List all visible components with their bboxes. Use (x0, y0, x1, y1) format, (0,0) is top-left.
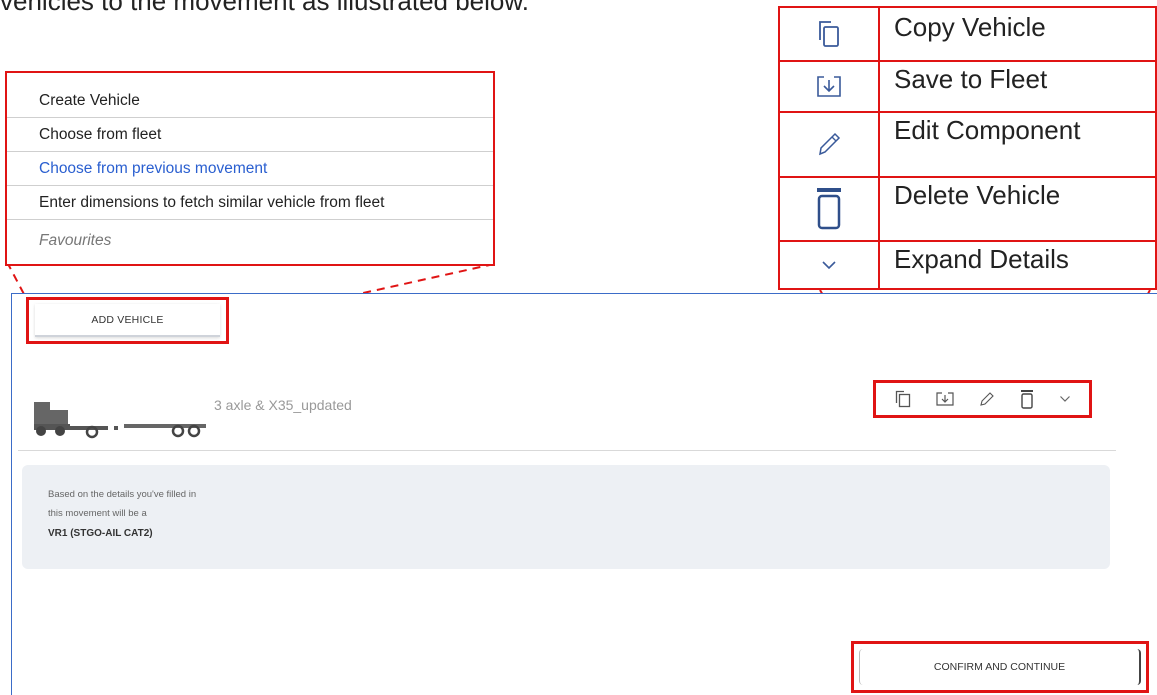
icon-legend-table: Copy Vehicle Save to Fleet Edit Componen… (778, 6, 1157, 290)
classification-value: VR1 (STGO-AIL CAT2) (48, 528, 153, 539)
trash-icon[interactable] (1020, 389, 1034, 409)
legend-label: Expand Details (894, 244, 1069, 274)
menu-item-choose-from-previous-movement[interactable]: Choose from previous movement (7, 152, 493, 186)
chevron-down-icon (780, 240, 880, 290)
vehicle-name: 3 axle & X35_updated (214, 397, 352, 413)
pencil-icon (780, 111, 880, 176)
add-vehicle-dropdown: Create Vehicle Choose from fleet Choose … (5, 71, 495, 266)
menu-item-enter-dimensions[interactable]: Enter dimensions to fetch similar vehicl… (7, 186, 493, 220)
divider (18, 450, 1116, 451)
legend-row-copy: Copy Vehicle (780, 8, 1155, 62)
pencil-icon[interactable] (979, 391, 995, 407)
legend-row-delete: Delete Vehicle (780, 176, 1155, 242)
copy-icon (780, 8, 880, 60)
menu-item-create-vehicle[interactable]: Create Vehicle (7, 84, 493, 118)
legend-label: Delete Vehicle (894, 180, 1061, 210)
save-to-fleet-icon (780, 60, 880, 111)
save-to-fleet-icon[interactable] (935, 391, 954, 407)
classification-text-line: this movement will be a (48, 508, 147, 519)
add-vehicle-button[interactable]: ADD VEHICLE (35, 304, 220, 337)
vehicle-actions-highlight (873, 380, 1092, 418)
menu-item-favourites[interactable]: Favourites (7, 224, 493, 258)
legend-label: Copy Vehicle (894, 12, 1046, 42)
truck-trailer-icon (34, 402, 206, 439)
trash-icon (780, 176, 880, 240)
add-vehicle-highlight: ADD VEHICLE (26, 297, 229, 344)
legend-label: Save to Fleet (894, 64, 1048, 94)
legend-label: Edit Component (894, 115, 1081, 145)
legend-row-edit: Edit Component (780, 111, 1155, 178)
confirm-and-continue-button[interactable]: CONFIRM AND CONTINUE (859, 649, 1141, 685)
movement-classification-box (22, 465, 1110, 569)
legend-row-save: Save to Fleet (780, 60, 1155, 113)
legend-row-expand: Expand Details (780, 240, 1155, 290)
copy-icon[interactable] (895, 390, 911, 408)
menu-item-choose-from-fleet[interactable]: Choose from fleet (7, 118, 493, 152)
chevron-down-icon[interactable] (1059, 395, 1071, 403)
classification-text-line: Based on the details you've filled in (48, 489, 197, 500)
